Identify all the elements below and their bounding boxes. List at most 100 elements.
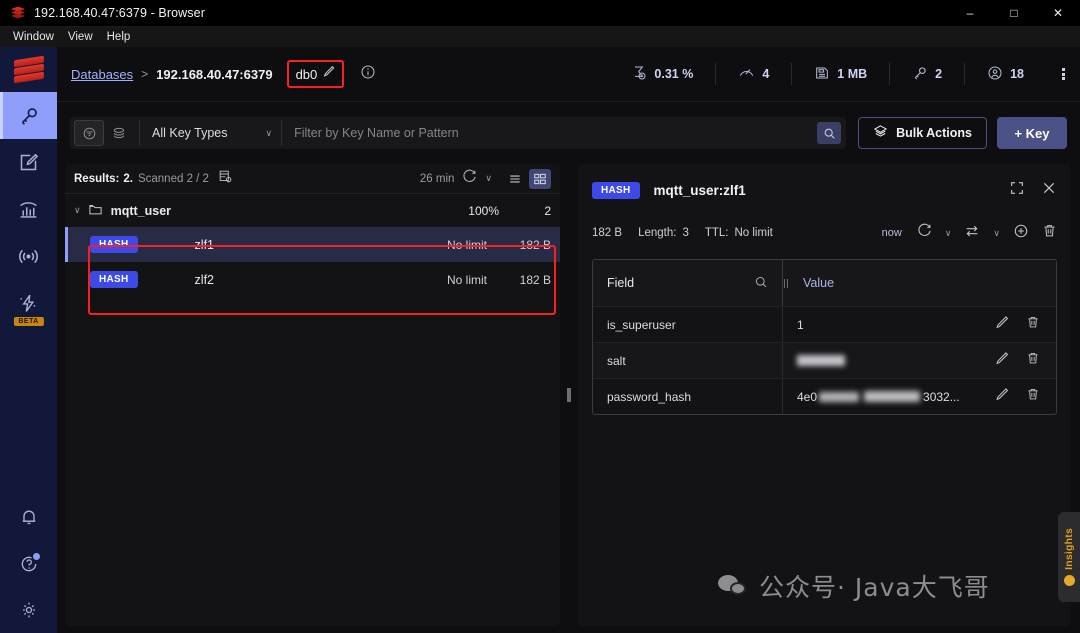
refresh-icon[interactable]	[462, 169, 477, 189]
swap-arrows-icon[interactable]	[964, 223, 980, 244]
pencil-icon[interactable]	[994, 315, 1009, 335]
refresh-chevron-icon[interactable]: ∨	[485, 173, 492, 184]
sidebar-item-help[interactable]	[0, 540, 57, 587]
scanned-text: Scanned 2 / 2	[138, 173, 209, 185]
field-value[interactable]: 1	[783, 307, 994, 342]
menu-bar: Window View Help	[0, 27, 1080, 47]
close-button[interactable]: ✕	[1036, 0, 1080, 27]
table-row[interactable]: HASH zlf2 No limit 182 B	[65, 262, 560, 297]
menu-view[interactable]: View	[61, 29, 100, 45]
filter-icon[interactable]	[74, 120, 104, 146]
add-key-button[interactable]: + Key	[997, 117, 1067, 149]
panel-resize-handle[interactable]	[560, 164, 578, 626]
user-circle-icon	[987, 65, 1003, 84]
key-type-select[interactable]: All Key Types ∨	[139, 120, 281, 146]
magnifier-icon[interactable]	[754, 275, 768, 292]
database-name: db0	[296, 67, 318, 82]
sidebar-item-browser[interactable]	[0, 92, 57, 139]
field-name: salt	[593, 343, 783, 378]
help-notification-dot	[33, 553, 40, 560]
key-group-row[interactable]: ∨ mqtt_user 100% 2	[65, 194, 560, 227]
tree-view-icon[interactable]	[529, 169, 551, 189]
minimize-button[interactable]: –	[948, 0, 992, 27]
insights-panel-tab[interactable]: Insights	[1058, 512, 1080, 602]
key-detail-length-value: 3	[682, 227, 688, 239]
layers-scan-icon[interactable]	[104, 120, 134, 146]
view-mode-switch	[504, 169, 551, 189]
breadcrumb-host: 192.168.40.47:6379	[156, 67, 272, 82]
stat-clients[interactable]: 18	[965, 63, 1046, 85]
menu-help[interactable]: Help	[100, 29, 138, 45]
sidebar-item-triggers-and-functions[interactable]: BETA	[0, 280, 57, 327]
key-detail-size: 182 B	[592, 227, 622, 239]
key-ttl: No limit	[447, 238, 487, 252]
pencil-icon[interactable]	[994, 387, 1009, 407]
bulk-actions-button[interactable]: Bulk Actions	[858, 117, 987, 149]
stat-cpu-value: 0.31 %	[654, 67, 693, 81]
trash-icon[interactable]	[1026, 387, 1040, 406]
sidebar-item-notifications[interactable]	[0, 493, 57, 540]
broadcast-icon	[17, 245, 40, 268]
breadcrumb-databases-link[interactable]: Databases	[71, 67, 133, 82]
pencil-icon[interactable]	[994, 351, 1009, 371]
stat-cpu[interactable]: 0.31 %	[609, 63, 716, 85]
table-row[interactable]: is_superuser 1	[593, 306, 1056, 342]
table-settings-icon[interactable]	[218, 169, 233, 189]
menu-window[interactable]: Window	[6, 29, 61, 45]
trash-icon[interactable]	[1042, 223, 1057, 243]
key-type-badge: HASH	[592, 182, 640, 199]
key-filter-input[interactable]	[282, 126, 817, 140]
gear-icon	[19, 600, 39, 620]
key-group-count: 2	[499, 204, 551, 218]
masked-value	[797, 355, 845, 366]
results-actions: 26 min ∨	[420, 169, 551, 189]
stat-commands[interactable]: 4	[716, 63, 792, 85]
table-row[interactable]: password_hash 4e0 3032...	[593, 378, 1056, 414]
table-header: Field Value	[593, 260, 1056, 306]
table-row[interactable]: HASH zlf1 No limit 182 B	[65, 227, 560, 262]
plus-circle-icon[interactable]	[1013, 223, 1029, 244]
refresh-chevron-icon[interactable]: ∨	[945, 228, 952, 239]
chevron-down-icon[interactable]: ∨	[74, 205, 81, 216]
ttl-chevron-icon[interactable]: ∨	[993, 228, 1000, 239]
table-row[interactable]: salt	[593, 342, 1056, 378]
key-ttl: No limit	[447, 273, 487, 287]
trash-icon[interactable]	[1026, 315, 1040, 334]
key-icon	[912, 65, 928, 84]
kebab-menu-icon[interactable]	[1046, 67, 1080, 82]
key-details-meta-actions: now ∨ ∨	[882, 223, 1057, 244]
stat-memory[interactable]: 1 MB	[792, 63, 890, 85]
stat-keys[interactable]: 2	[890, 63, 965, 85]
search-submit-button[interactable]	[817, 122, 841, 144]
expand-icon[interactable]	[1009, 180, 1025, 201]
bar-chart-icon	[18, 199, 39, 220]
redis-logo-icon	[10, 6, 26, 20]
trash-icon[interactable]	[1026, 351, 1040, 370]
field-value-text: 1	[797, 318, 804, 332]
sidebar-item-analysis-tools[interactable]	[0, 186, 57, 233]
key-details-name: mqtt_user:zlf1	[654, 183, 746, 198]
close-icon[interactable]	[1041, 180, 1057, 201]
info-circle-icon[interactable]	[360, 64, 376, 85]
maximize-button[interactable]: □	[992, 0, 1036, 27]
sidebar-item-workbench[interactable]	[0, 139, 57, 186]
database-selector[interactable]: db0	[287, 60, 345, 88]
keys-panel: Results: 2. Scanned 2 / 2 26 min	[65, 164, 560, 626]
row-actions	[994, 307, 1056, 342]
field-value[interactable]: 4e0 3032...	[783, 379, 994, 414]
insights-label: Insights	[1063, 528, 1075, 570]
sidebar-item-settings[interactable]	[0, 587, 57, 633]
left-nav-rail: BETA	[0, 47, 57, 633]
pencil-icon[interactable]	[322, 65, 335, 83]
key-size: 182 B	[487, 238, 551, 252]
stat-memory-value: 1 MB	[837, 67, 867, 81]
watermark: 公众号· Java大飞哥	[718, 568, 990, 604]
field-value[interactable]	[783, 343, 994, 378]
last-refresh-label: now	[882, 227, 902, 239]
sidebar-item-pub-sub[interactable]	[0, 233, 57, 280]
key-size: 182 B	[487, 273, 551, 287]
refresh-icon[interactable]	[917, 223, 932, 243]
masked-value	[819, 392, 859, 402]
chevron-down-icon: ∨	[266, 128, 273, 139]
list-view-icon[interactable]	[504, 169, 526, 189]
